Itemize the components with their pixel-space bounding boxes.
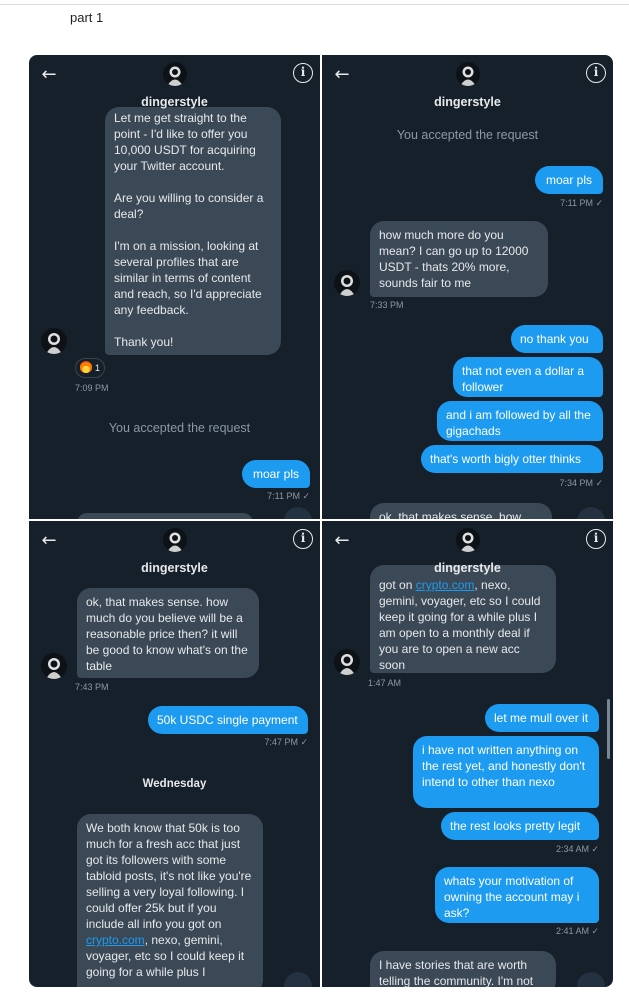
fire-emoji-icon: [80, 361, 92, 373]
reply-legit: the rest looks pretty legit: [441, 812, 599, 840]
message-offer: Let me get straight to the point - I'd l…: [105, 107, 281, 355]
screenshot-grid: Let me get straight to the point - I'd l…: [29, 55, 613, 987]
reply-not-written: i have not written anything on the rest …: [413, 736, 599, 808]
username: dingerstyle: [434, 561, 501, 575]
avatar[interactable]: [162, 528, 187, 552]
scrollbar[interactable]: [607, 699, 610, 759]
negotiation-bubble: We both know that 50k is too much for a …: [77, 814, 263, 987]
avatar: [41, 653, 67, 679]
reply-bubble: moar pls: [242, 460, 310, 488]
message-timestamp: 7:43 PM: [75, 682, 109, 692]
avatar[interactable]: [162, 62, 187, 86]
negotiation-text: We both know that 50k is too much for a …: [86, 821, 252, 931]
back-arrow-icon[interactable]: ←: [37, 529, 61, 553]
username: dingerstyle: [141, 561, 208, 575]
stories-bubble: I have stories that are worth telling th…: [370, 951, 556, 987]
message-peek: ok, that makes sense. how: [370, 503, 552, 519]
reply-timestamp: 7:47 PM ✓: [264, 737, 308, 747]
avatar[interactable]: [455, 528, 480, 552]
monthly-deal-text: got on: [379, 578, 416, 592]
info-icon[interactable]: i: [293, 529, 313, 549]
monthly-deal-text-end: , nexo, gemini, voyager, etc so I could …: [379, 578, 541, 672]
reply-timestamp: 7:11 PM ✓: [560, 198, 603, 208]
chat-header: ← dingerstyle i: [322, 521, 613, 579]
back-arrow-icon[interactable]: ←: [330, 63, 354, 87]
reaction-count: 1: [95, 363, 101, 373]
dm-panel-4: got on crypto.com, nexo, gemini, voyager…: [322, 521, 613, 987]
counter-offer-timestamp: 7:33 PM: [370, 300, 404, 310]
caption: part 1: [70, 10, 104, 25]
reply-motivation: whats your motivation of owning the acco…: [435, 867, 599, 923]
reply-no-thanks: no thank you: [511, 325, 603, 353]
chat-header: ← dingerstyle i: [322, 55, 613, 113]
price-question-bubble: ok, that makes sense. how much do you be…: [77, 588, 259, 678]
dm-panel-3: ok, that makes sense. how much do you be…: [29, 521, 320, 987]
info-icon[interactable]: i: [586, 63, 606, 83]
back-arrow-icon[interactable]: ←: [37, 63, 61, 87]
username: dingerstyle: [141, 95, 208, 109]
monthly-deal-bubble: got on crypto.com, nexo, gemini, voyager…: [370, 565, 556, 673]
message-timestamp: 1:47 AM: [368, 678, 402, 688]
reply-gigachads: and i am followed by all the gigachads: [437, 401, 603, 441]
reply-bigly: that's worth bigly otter thinks: [421, 445, 603, 473]
reply-50k: 50k USDC single payment: [148, 706, 308, 734]
back-arrow-icon[interactable]: ←: [330, 529, 354, 553]
accepted-request-note: You accepted the request: [396, 128, 539, 142]
username: dingerstyle: [434, 95, 501, 109]
crypto-com-link[interactable]: crypto.com: [86, 933, 145, 947]
scroll-down-button[interactable]: [577, 972, 605, 987]
info-icon[interactable]: i: [293, 63, 313, 83]
dm-panel-2: You accepted the request moar pls 7:11 P…: [322, 55, 613, 519]
scroll-down-button[interactable]: [577, 507, 605, 519]
reply-not-a-dollar: that not even a dollar a follower: [453, 357, 603, 397]
info-icon[interactable]: i: [586, 529, 606, 549]
reply-mull: let me mull over it: [485, 704, 599, 732]
chat-header: ← dingerstyle i: [29, 521, 320, 579]
message-peek: [77, 513, 253, 519]
avatar: [41, 328, 67, 354]
dm-panel-1: Let me get straight to the point - I'd l…: [29, 55, 320, 519]
reaction-badge[interactable]: 1: [75, 358, 106, 378]
avatar: [334, 270, 360, 296]
scroll-down-button[interactable]: [284, 507, 312, 519]
day-separator: Wednesday: [142, 778, 207, 790]
accepted-request-note: You accepted the request: [108, 421, 251, 435]
reply-timestamp: 2:34 AM ✓: [555, 844, 599, 854]
avatar[interactable]: [455, 62, 480, 86]
avatar: [334, 649, 360, 675]
top-divider: [0, 4, 629, 5]
chat-header: ← dingerstyle i: [29, 55, 320, 113]
counter-offer-bubble: how much more do you mean? I can go up t…: [370, 221, 548, 297]
reply-bubble: moar pls: [535, 166, 603, 194]
reply-timestamp: 7:11 PM ✓: [267, 491, 310, 501]
reply-timestamp: 2:41 AM ✓: [555, 926, 599, 936]
scroll-down-button[interactable]: [284, 972, 312, 987]
reply-timestamp: 7:34 PM ✓: [559, 478, 603, 488]
crypto-com-link[interactable]: crypto.com: [416, 578, 475, 592]
message-timestamp: 7:09 PM: [75, 383, 109, 393]
